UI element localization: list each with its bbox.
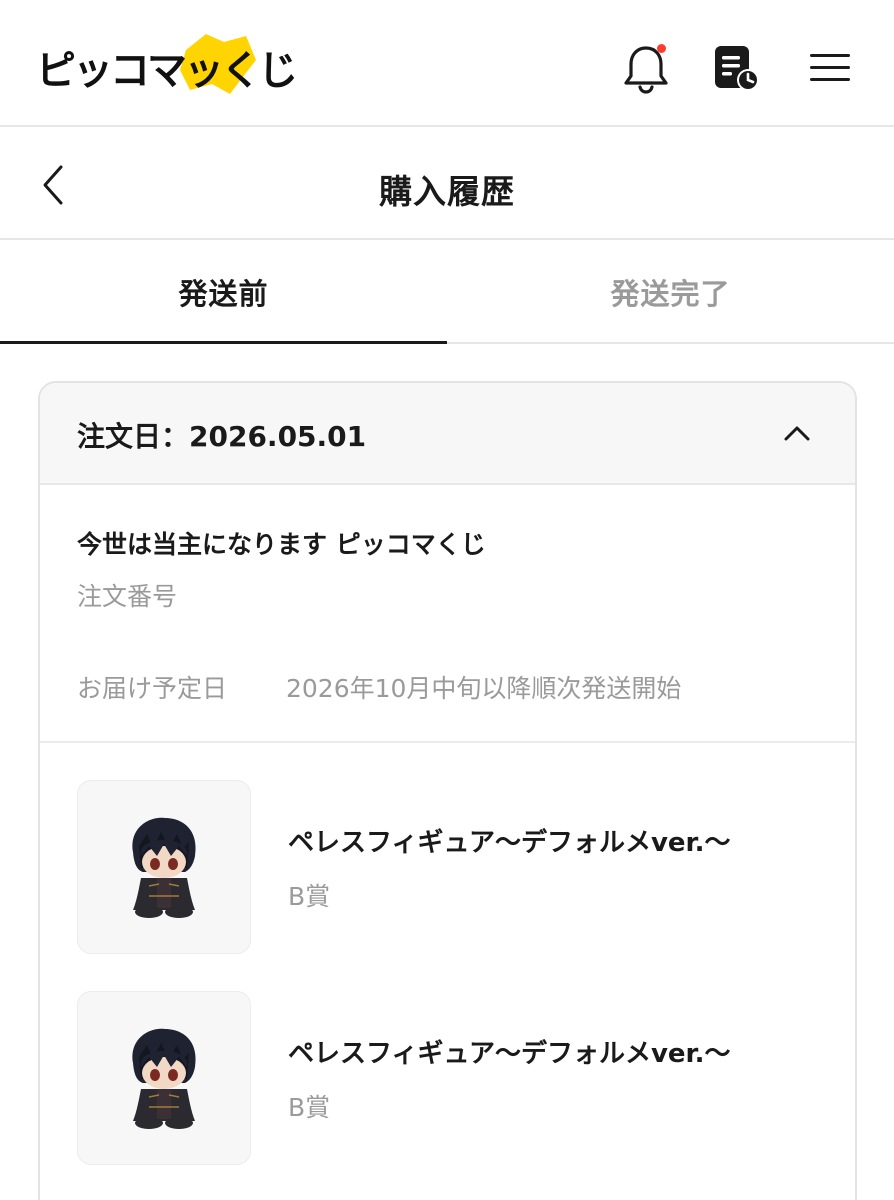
figure-image [132,1028,196,1129]
item-prize: B賞 [288,1093,331,1122]
order-item[interactable]: ペレスフィギュア〜デフォルメver.〜 B賞 [77,991,817,1165]
page-title: 購入履歴 [379,172,515,211]
chevron-up-icon [784,426,810,441]
purchase-history-button[interactable] [710,40,762,96]
item-thumbnail [77,991,251,1165]
order-number-label: 注文番号 [77,582,178,611]
order-card: 注文日：2026.05.01 今世は当主になります ピッコマくじ 注文番号 お届… [38,381,857,1200]
purchase-history-icon [715,46,759,91]
notifications-button[interactable] [620,40,672,96]
collapse-button[interactable] [777,413,817,453]
menu-button[interactable] [804,40,856,96]
order-card-header[interactable]: 注文日：2026.05.01 [40,383,855,485]
page-header: 購入履歴 [0,129,894,240]
logo-text: ピッコマッくじ [36,48,298,94]
item-name: ペレスフィギュア〜デフォルメver.〜 [288,1039,731,1069]
app-logo[interactable]: ピッコマッくじ [36,34,298,96]
order-item[interactable]: ペレスフィギュア〜デフォルメver.〜 B賞 [77,780,817,954]
notification-dot [657,44,666,53]
shipping-status-tabs: 発送前 発送完了 [0,242,894,344]
tab-shipped[interactable]: 発送完了 [447,242,894,342]
lottery-title: 今世は当主になります ピッコマくじ [77,530,486,559]
delivery-date-value: 2026年10月中旬以降順次発送開始 [286,674,682,703]
item-prize: B賞 [288,882,331,911]
delivery-date-label: お届け予定日 [77,674,228,703]
tab-before-shipping[interactable]: 発送前 [0,242,447,344]
item-thumbnail [77,780,251,954]
app-header: ピッコマッくじ [0,0,894,127]
hamburger-menu-icon [810,54,850,81]
figure-image [132,817,196,918]
order-date: 注文日：2026.05.01 [77,420,367,453]
item-name: ペレスフィギュア〜デフォルメver.〜 [288,828,731,858]
order-info: 今世は当主になります ピッコマくじ 注文番号 お届け予定日 2026年10月中旬… [40,485,855,743]
